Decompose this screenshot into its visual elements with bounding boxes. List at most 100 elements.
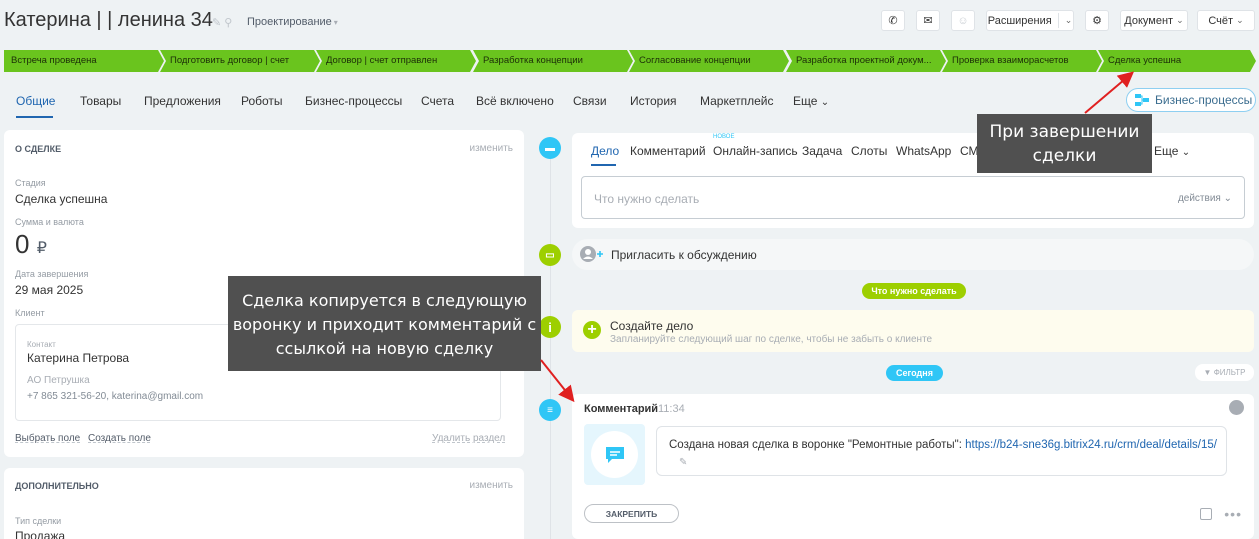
pipeline-selector[interactable]: Проектирование ▾ [247,16,338,28]
contact-info[interactable]: +7 865 321-56-20, katerina@gmail.com [27,391,203,402]
create-activity-title[interactable]: Создайте дело [610,319,693,333]
timeline-line [550,148,551,539]
tab-all-inclusive[interactable]: Всё включено [476,94,554,108]
comment-entry: Комментарий 11:34 Создана новая сделка в… [572,394,1254,539]
plus-icon[interactable]: + [583,321,601,339]
stage-item[interactable]: Встреча проведена [4,50,164,72]
pencil-icon[interactable]: ✎ [212,17,221,29]
pipeline-label: Проектирование [247,16,332,28]
header: Катерина | | ленина 34 ✎ ⚲ Проектировани… [0,0,1259,44]
filter-label: ФИЛЬТР [1213,368,1246,377]
comment-title: Комментарий [584,403,659,415]
stage-item-current[interactable]: Сделка успешна [1098,50,1256,72]
settings-button[interactable]: ⚙ [1085,10,1109,31]
currency-symbol: ₽ [36,240,47,257]
edit-link[interactable]: изменить [469,480,513,491]
tab-more[interactable]: Еще ⌄ [793,94,829,108]
deal-title: Катерина | | ленина 34 [4,9,213,31]
arrow-to-comment [540,359,575,403]
deal-type-label: Тип сделки [15,516,62,526]
editor-tab-sms[interactable]: СМ [960,144,979,158]
card-title: О сделке [15,144,62,154]
delete-section-link[interactable]: Удалить раздел [432,433,505,444]
pin-button[interactable]: ЗАКРЕПИТЬ [584,504,679,523]
gear-icon: ⚙ [1092,15,1102,27]
filter-button[interactable]: ▼ ФИЛЬТР [1195,364,1254,381]
funnel-icon: ▼ [1203,368,1212,377]
create-field-link[interactable]: Создать поле [88,433,151,444]
extensions-button[interactable]: Расширения ⌄ [986,10,1074,31]
tab-invoices[interactable]: Счета [421,94,454,108]
stage-item[interactable]: Согласование концепции [629,50,789,72]
call-button[interactable]: ✆ [881,10,905,31]
tab-general[interactable]: Общие [16,94,55,108]
edit-link[interactable]: изменить [469,143,513,154]
activity-placeholder: Что нужно сделать [594,192,700,206]
client-label: Клиент [15,308,45,318]
chevron-down-icon: ⌄ [1236,15,1244,25]
today-pill: Сегодня [886,365,943,381]
editor-tab-online-booking[interactable]: Онлайн-запись [713,144,798,158]
chevron-down-icon: ⌄ [1181,147,1191,158]
stage-item[interactable]: Разработка концепции [473,50,633,72]
additional-card: Дополнительно изменить Тип сделки Продаж… [4,468,524,539]
tab-products[interactable]: Товары [80,94,121,108]
tab-history[interactable]: История [630,94,677,108]
business-processes-button[interactable]: Бизнес-процессы [1126,88,1256,112]
stage-label: Стадия [15,178,46,188]
tab-offers[interactable]: Предложения [144,94,221,108]
document-label: Документ [1124,14,1174,27]
chat-icon: ▬ [539,137,561,159]
editor-tab-comment[interactable]: Комментарий [630,144,706,158]
pencil-icon[interactable]: ✎ [679,457,687,468]
deal-type-value: Продажа [15,529,66,539]
invoice-label: Счёт [1208,14,1234,27]
tab-links[interactable]: Связи [573,94,607,108]
chat-icon: ☺ [957,14,969,27]
new-badge: НОВОЕ [713,134,735,140]
stage-item[interactable]: Договор | счет отправлен [316,50,476,72]
contact-name[interactable]: Катерина Петрова [27,351,129,365]
note-icon[interactable] [1200,508,1212,520]
phone-icon: ✆ [888,15,898,27]
stage-item[interactable]: Разработка проектной докум... [786,50,946,72]
message-icon: ▭ [539,244,561,266]
editor-tab-slots[interactable]: Слоты [851,144,887,158]
business-processes-label: Бизнес-процессы [1155,93,1253,107]
actions-dropdown[interactable]: действия ⌄ [1178,193,1232,204]
new-deal-link[interactable]: https://b24-sne36g.bitrix24.ru/crm/deal/… [965,439,1217,451]
user-avatar-icon[interactable] [1229,400,1244,415]
actions-label: действия [1177,193,1221,204]
tab-robots[interactable]: Роботы [241,94,283,108]
chevron-down-icon: ▾ [333,18,338,27]
comment-illustration [584,424,645,485]
title-edit-icons[interactable]: ✎ ⚲ [212,16,232,29]
create-activity-hint: + Создайте дело Запланируйте следующий ш… [572,310,1254,352]
stage-item[interactable]: Проверка взаиморасчетов [942,50,1102,72]
company-name[interactable]: АО Петрушка [27,375,90,386]
select-field-link[interactable]: Выбрать поле [15,433,80,444]
editor-tab-more[interactable]: Еще ⌄ [1154,144,1190,158]
editor-tab-activity[interactable]: Дело [591,144,619,158]
chevron-down-icon: ⌄ [1064,15,1073,25]
close-date-value: 29 мая 2025 [15,283,84,297]
document-button[interactable]: Документ ⌄ [1120,10,1188,31]
add-user-icon [580,246,603,262]
email-button[interactable]: ✉ [916,10,940,31]
link-icon[interactable]: ⚲ [224,17,232,29]
invoice-button[interactable]: Счёт ⌄ [1197,10,1255,31]
more-icon[interactable]: ••• [1224,506,1242,522]
tab-marketplace[interactable]: Маркетплейс [700,94,774,108]
stage-item[interactable]: Подготовить договор | счет [160,50,320,72]
editor-tab-whatsapp[interactable]: WhatsApp [896,144,951,158]
tab-business-processes[interactable]: Бизнес-процессы [305,94,402,108]
speech-bubble-icon [605,446,624,463]
contact-label: Контакт [27,340,56,349]
invite-to-discussion[interactable]: Пригласить к обсуждению [572,239,1254,270]
card-title: Дополнительно [15,481,99,491]
chevron-down-icon: ⌄ [1176,15,1184,25]
activity-input[interactable]: Что нужно сделать действия ⌄ [581,176,1245,219]
comment-text-box: Создана новая сделка в воронке "Ремонтны… [656,426,1227,476]
editor-tab-task[interactable]: Задача [802,144,842,158]
chat-button[interactable]: ☺ [951,10,975,31]
